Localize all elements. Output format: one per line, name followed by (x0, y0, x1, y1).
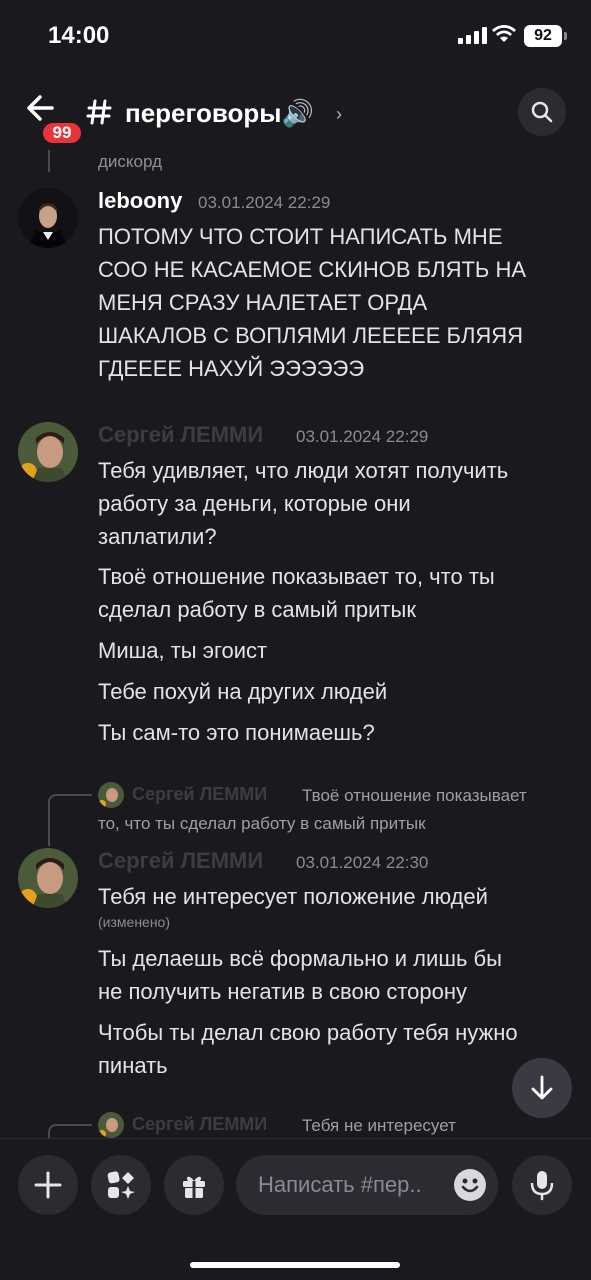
avatar[interactable] (18, 422, 78, 482)
reply-preview[interactable]: то, что ты сделал работу в самый притык (98, 810, 426, 838)
reply-preview[interactable]: Твоё отношение показывает (302, 782, 527, 810)
status-time: 14:00 (48, 22, 110, 49)
channel-header: переговоры🔊 › (0, 80, 591, 150)
message-line: пинать (98, 1053, 168, 1078)
message-line: Твоё отношение показывает то, что ты (98, 564, 495, 589)
voice-message-button[interactable] (512, 1155, 572, 1215)
message-line: Тебя не интересует положение людей (98, 884, 488, 909)
avatar[interactable] (18, 848, 78, 908)
message-line: Тебе похуй на других людей (98, 679, 388, 704)
message-line: работу за деньги, которые они (98, 491, 411, 516)
message-composer (0, 1138, 591, 1280)
message-timestamp: 03.01.2024 22:30 (296, 853, 429, 872)
status-bar: 14:00 92 (0, 0, 591, 80)
home-indicator[interactable] (190, 1262, 400, 1268)
message-timestamp: 03.01.2024 22:29 (198, 193, 331, 212)
message-line: ГДЕЕЕЕ НАХУЙ ЭЭЭЭЭЭ (98, 356, 365, 381)
wifi-icon (492, 25, 516, 42)
cellular-signal-icon (458, 26, 487, 44)
avatar[interactable] (18, 188, 78, 248)
add-attachment-button[interactable] (18, 1155, 78, 1215)
emoji-icon (461, 1178, 479, 1193)
message-line: Ты сам-то это понимаешь? (98, 720, 375, 745)
reply-connector (48, 1124, 92, 1138)
message-line: заплатили? (98, 524, 217, 549)
message-line: не получить негатив в свою сторону (98, 979, 468, 1004)
message-line: Тебя удивляет, что люди хотят получить (98, 458, 509, 483)
reply-fragment: дискорд (98, 152, 162, 171)
scroll-to-bottom-button[interactable] (512, 1058, 572, 1118)
message-timestamp: 03.01.2024 22:29 (296, 427, 429, 446)
plus-icon (34, 1171, 62, 1199)
battery-indicator: 92 (524, 25, 567, 47)
unread-badge: 99 (40, 120, 84, 146)
chevron-right-icon[interactable]: › (336, 104, 342, 125)
reply-author[interactable]: Сергей ЛЕММИ (132, 1114, 267, 1135)
reply-connector (48, 794, 92, 846)
message-author[interactable]: Сергей ЛЕММИ (98, 422, 263, 448)
reply-avatar (98, 782, 124, 808)
arrow-down-icon (531, 1075, 553, 1100)
message-line: ШАКАЛОВ С ВОПЛЯМИ ЛЕЕЕЕЕ БЛЯЯЯ (98, 323, 524, 348)
reply-avatar (98, 1112, 124, 1138)
search-button[interactable] (518, 88, 566, 136)
message-line: Чтобы ты делал свою работу тебя нужно (98, 1020, 518, 1045)
reply-author[interactable]: Сергей ЛЕММИ (132, 784, 267, 805)
message-line: Миша, ты эгоист (98, 638, 268, 663)
search-icon (531, 101, 553, 123)
message-line: МЕНЯ СРАЗУ НАЛЕТАЕТ ОРДА (98, 290, 428, 315)
message-list[interactable]: дискорд leboony 03.01.2024 22:29 ПОТОМУ … (0, 150, 591, 1138)
message-input-wrapper (236, 1155, 498, 1215)
message-line: сделал работу в самый притык (98, 597, 416, 622)
channel-title[interactable]: переговоры🔊 (125, 98, 314, 129)
message-line: СОО НЕ КАСАЕМОЕ СКИНОВ БЛЯТЬ НА (98, 257, 527, 282)
microphone-icon (530, 1171, 554, 1201)
reply-preview[interactable]: Тебя не интересует (302, 1112, 456, 1138)
gift-icon (183, 1176, 205, 1198)
edited-label: (изменено) (98, 914, 171, 930)
gift-button[interactable] (164, 1155, 224, 1215)
apps-icon (107, 1171, 135, 1199)
hash-icon (86, 99, 112, 125)
apps-button[interactable] (91, 1155, 151, 1215)
message-line: ПОТОМУ ЧТО СТОИТ НАПИСАТЬ МНЕ (98, 224, 503, 249)
message-author[interactable]: leboony (98, 188, 182, 214)
message-line: Ты делаешь всё формально и лишь бы (98, 946, 502, 971)
reply-connector (48, 150, 50, 172)
message-input[interactable] (258, 1155, 448, 1215)
emoji-button[interactable] (454, 1169, 486, 1201)
message-author[interactable]: Сергей ЛЕММИ (98, 848, 263, 874)
